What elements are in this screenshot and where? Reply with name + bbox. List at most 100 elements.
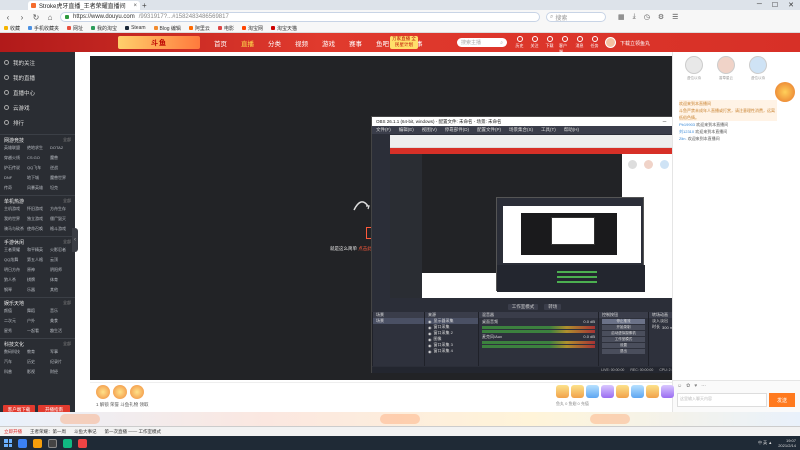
nav-item[interactable]: 视频 — [295, 38, 308, 48]
tab-close-icon[interactable]: × — [133, 3, 137, 9]
promo-banner[interactable] — [0, 412, 800, 426]
obs-control-button[interactable]: 启动虚拟摄像机 — [602, 331, 645, 336]
sidebar-category[interactable]: 云顶 — [50, 257, 71, 263]
user-download-text[interactable]: 下载立领鱼丸 — [620, 40, 650, 47]
bookmark-item[interactable]: 淘宝天猫 — [270, 25, 297, 32]
header-action[interactable]: 客户端 — [559, 36, 570, 55]
sidebar-category[interactable]: 火影忍者 — [50, 247, 71, 253]
eye-icon[interactable]: ◉ — [428, 319, 432, 324]
minimize-icon[interactable]: ─ — [757, 1, 762, 9]
sidebar-section-more[interactable]: 全部 — [63, 137, 71, 143]
sidebar-category[interactable]: 星秀 — [4, 328, 25, 334]
header-action[interactable]: 消息 — [574, 36, 585, 55]
sidebar-category[interactable]: 趣生活 — [50, 328, 71, 334]
gift-item-icon[interactable] — [661, 385, 674, 398]
volume-slider[interactable] — [482, 345, 595, 348]
sidebar-category[interactable]: QQ炫舞 — [4, 257, 25, 263]
sidebar-category[interactable]: 绝地求生 — [27, 145, 48, 151]
chat-username[interactable]: Pb19903 — [679, 122, 695, 127]
nav-item[interactable]: 直播 — [241, 38, 254, 48]
sidebar-category[interactable]: 汽车 — [4, 359, 25, 365]
obs-menu-item[interactable]: 工具(T) — [541, 127, 556, 133]
obs-control-button[interactable]: 设置 — [602, 343, 645, 348]
sidebar-category[interactable]: 棋牌 — [27, 277, 48, 283]
sidebar-category[interactable]: 坦克 — [50, 185, 71, 191]
wechat-app-icon[interactable] — [63, 438, 72, 448]
obs-minimize-icon[interactable]: ─ — [663, 119, 667, 125]
sidebar-category[interactable]: 怀旧游戏 — [27, 206, 48, 212]
sidebar-section-title[interactable]: 网游竞技 — [4, 137, 24, 144]
bookmark-item[interactable]: 电影 — [217, 25, 234, 32]
menu-icon[interactable]: ☰ — [672, 13, 678, 21]
header-action[interactable]: 关注 — [529, 36, 540, 55]
studio-mode-toggle[interactable]: 工作室模式 — [507, 303, 539, 310]
sidebar-category[interactable]: 财经 — [50, 369, 71, 375]
header-action[interactable]: 下载 — [544, 36, 555, 55]
obs-control-button[interactable]: 工作室模式 — [602, 337, 645, 342]
sidebar-category[interactable]: 僵尸毁灭 — [50, 216, 71, 222]
sidebar-category[interactable]: 科普 — [4, 369, 25, 375]
nav-item[interactable]: 分类 — [268, 38, 281, 48]
sidebar-collapse-icon[interactable]: ‹ — [72, 228, 78, 252]
rank-user[interactable]: 虚位以待 — [681, 56, 707, 81]
sidebar-category[interactable]: 地下城 — [27, 175, 48, 181]
download-item[interactable]: 王者荣耀：第一周 — [30, 429, 66, 435]
sidebar-category[interactable]: 骑马与砍杀 — [4, 226, 25, 232]
sidebar-section-title[interactable]: 娱乐天地 — [4, 300, 24, 307]
extension-icon[interactable]: ▦ — [618, 13, 625, 21]
sidebar-category[interactable]: 美食 — [50, 318, 71, 324]
rank-user[interactable]: 香草星云 — [713, 56, 739, 81]
gift-item-icon[interactable] — [586, 385, 599, 398]
nav-item[interactable]: 赛事 — [349, 38, 362, 48]
sidebar-main-item[interactable]: 排行 — [4, 115, 75, 130]
transition-toggle[interactable]: 转场 — [544, 303, 562, 310]
gift-item-icon[interactable] — [556, 385, 569, 398]
site-logo[interactable]: 斗鱼 — [118, 36, 200, 49]
bookmark-item[interactable]: Steam — [125, 25, 146, 31]
sidebar-section-title[interactable]: 手游休闲 — [4, 239, 24, 246]
home-icon[interactable]: ⌂ — [46, 13, 54, 22]
sidebar-main-item[interactable]: 我的直播 — [4, 70, 75, 85]
sidebar-section-title[interactable]: 单机热游 — [4, 198, 24, 205]
obs-menu-item[interactable]: 配置文件(P) — [477, 127, 501, 133]
promo-badge[interactable]: 万家直播 全民星计划 — [390, 36, 418, 49]
sidebar-category[interactable]: 独立游戏 — [27, 216, 48, 222]
sidebar-category[interactable]: 第五人格 — [27, 257, 48, 263]
gift-item-icon[interactable] — [571, 385, 584, 398]
site-search-input[interactable]: 搜索主播 ⌕ — [457, 38, 507, 47]
sidebar-category[interactable]: 舞蹈 — [27, 308, 48, 314]
download-item[interactable]: 斗鱼大事记 — [74, 429, 97, 435]
sidebar-category[interactable]: 历史 — [27, 359, 48, 365]
sidebar-main-item[interactable]: 直播中心 — [4, 85, 75, 100]
download-icon[interactable]: ⤓ — [633, 13, 636, 21]
sidebar-category[interactable]: 魔兽世界 — [50, 175, 71, 181]
bookmark-item[interactable]: 收藏 — [4, 25, 20, 32]
sidebar-category[interactable]: 原神 — [27, 267, 48, 273]
scene-item[interactable]: 场景 — [373, 318, 424, 324]
browser-search-input[interactable]: ⌕ 搜索 — [546, 12, 606, 22]
obs-control-button[interactable]: 退出 — [602, 349, 645, 354]
bookmark-item[interactable]: 网址 — [67, 25, 83, 32]
folder-app-icon[interactable] — [33, 438, 42, 448]
sidebar-category[interactable]: 逆战 — [50, 165, 71, 171]
sidebar-category[interactable]: 体育 — [50, 277, 71, 283]
start-icon[interactable] — [4, 439, 12, 447]
obs-menu-item[interactable]: 停靠部件(D) — [445, 127, 469, 133]
clock[interactable]: 19:07 2021/2/14 — [778, 438, 796, 448]
source-item[interactable]: ◉ 窗口采集 4 — [425, 348, 478, 354]
sidebar-category[interactable]: 数码科技 — [4, 349, 25, 355]
sidebar-category[interactable]: DNF — [4, 175, 25, 181]
download-item[interactable]: 立即开播 — [4, 429, 22, 435]
gift-icon[interactable] — [96, 385, 110, 399]
sidebar-category[interactable]: 教育 — [27, 349, 48, 355]
maximize-icon[interactable]: ☐ — [772, 1, 778, 9]
gift-icon[interactable] — [130, 385, 144, 399]
sidebar-category[interactable]: 我的世界 — [4, 216, 25, 222]
sidebar-category[interactable]: 穿越火线 — [4, 155, 25, 161]
bookmark-item[interactable]: Blog 编辑 — [153, 25, 181, 32]
gift-item-icon[interactable] — [646, 385, 659, 398]
sidebar-category[interactable]: 魔兽 — [50, 155, 71, 161]
sidebar-category[interactable]: 和平精英 — [27, 247, 48, 253]
sidebar-category[interactable]: 明日方舟 — [4, 267, 25, 273]
sidebar-category[interactable]: 其他 — [50, 287, 71, 293]
